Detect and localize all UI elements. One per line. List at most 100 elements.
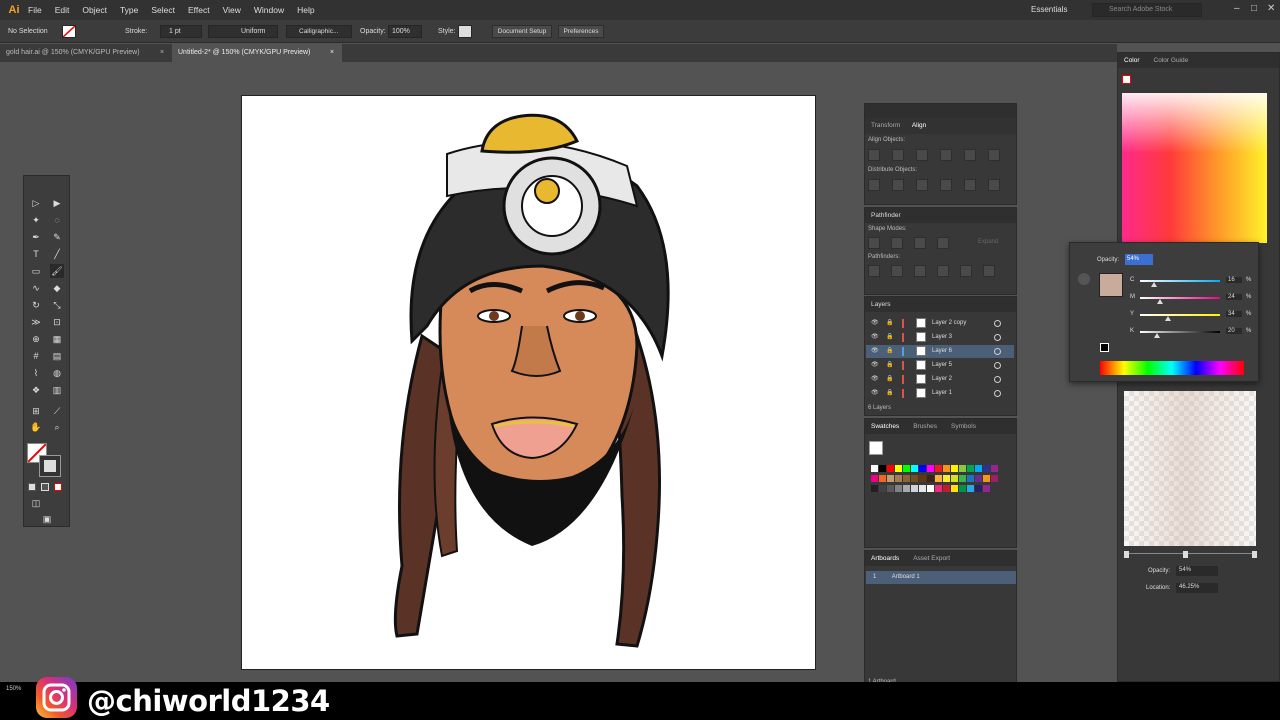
layer-row[interactable]: 👁 🔒 Layer 3 xyxy=(866,331,1014,344)
close-tab-icon[interactable]: × xyxy=(160,49,164,56)
target-circle-icon[interactable] xyxy=(994,320,1001,327)
hue-spectrum-bar[interactable] xyxy=(1100,361,1244,375)
layer-row[interactable]: 👁 🔒 Layer 2 xyxy=(866,373,1014,386)
minus-back-icon[interactable] xyxy=(983,265,995,277)
swatch-cell[interactable] xyxy=(935,465,942,472)
exclude-icon[interactable] xyxy=(937,237,949,249)
channel-value[interactable]: 24 xyxy=(1226,294,1242,300)
tab-swatches[interactable]: Swatches xyxy=(871,423,899,430)
tab-color-guide[interactable]: Color Guide xyxy=(1154,57,1189,64)
layer-row[interactable]: 👁 🔒 Layer 6 xyxy=(866,345,1014,358)
column-graph-icon[interactable]: ▥ xyxy=(50,383,64,397)
align-bottom-icon[interactable] xyxy=(988,149,1000,161)
expand-button[interactable]: Expand xyxy=(978,237,998,249)
merge-icon[interactable] xyxy=(914,265,926,277)
swatch-cell[interactable] xyxy=(919,485,926,492)
target-circle-icon[interactable] xyxy=(994,390,1001,397)
eraser-tool-icon[interactable]: ◆ xyxy=(50,281,64,295)
swatch-cell[interactable] xyxy=(871,485,878,492)
swatch-cell[interactable] xyxy=(975,475,982,482)
swatch-cell[interactable] xyxy=(879,485,886,492)
swatch-cell[interactable] xyxy=(895,475,902,482)
artboard[interactable] xyxy=(241,95,816,670)
zoom-tool-icon[interactable]: ⌕ xyxy=(50,420,64,434)
symbol-sprayer-icon[interactable]: ❖ xyxy=(29,383,43,397)
channel-slider-thumb[interactable] xyxy=(1165,316,1172,321)
magic-wand-icon[interactable]: ✦ xyxy=(29,213,43,227)
mesh-tool-icon[interactable]: # xyxy=(29,349,43,363)
layer-row[interactable]: 👁 🔒 Layer 2 copy xyxy=(866,317,1014,330)
swatch-cell[interactable] xyxy=(975,465,982,472)
channel-slider[interactable] xyxy=(1140,331,1220,333)
align-left-icon[interactable] xyxy=(868,149,880,161)
visibility-eye-icon[interactable]: 👁 xyxy=(871,389,879,396)
swatch-cell[interactable] xyxy=(887,475,894,482)
swatch-cell[interactable] xyxy=(903,475,910,482)
minimize-icon[interactable]: – xyxy=(1234,3,1240,14)
preferences-button[interactable]: Preferences xyxy=(558,25,604,38)
target-circle-icon[interactable] xyxy=(994,376,1001,383)
tab-untitled-2[interactable]: Untitled-2* @ 150% (CMYK/GPU Preview) × xyxy=(172,44,342,62)
swatch-cell[interactable] xyxy=(943,465,950,472)
swatch-cell[interactable] xyxy=(967,465,974,472)
channel-value[interactable]: 34 xyxy=(1226,311,1242,317)
draw-mode-icon[interactable]: ◫ xyxy=(29,496,43,510)
visibility-eye-icon[interactable]: 👁 xyxy=(871,319,879,326)
tab-brushes[interactable]: Brushes xyxy=(913,423,937,430)
swatch-cell[interactable] xyxy=(919,465,926,472)
blend-tool-icon[interactable]: ◍ xyxy=(50,366,64,380)
swatch-cell[interactable] xyxy=(983,475,990,482)
line-tool-icon[interactable]: ╱ xyxy=(50,247,64,261)
swatch-cell[interactable] xyxy=(935,485,942,492)
slice-tool-icon[interactable]: ⟋ xyxy=(50,404,64,418)
color-spectrum[interactable] xyxy=(1122,93,1267,243)
outline-icon[interactable] xyxy=(960,265,972,277)
swatch-cell[interactable] xyxy=(951,465,958,472)
swatch-cell[interactable] xyxy=(983,485,990,492)
stock-search-input[interactable]: Search Adobe Stock xyxy=(1092,3,1202,17)
swatch-cell[interactable] xyxy=(871,475,878,482)
lock-icon[interactable]: 🔒 xyxy=(886,347,893,354)
swatch-cell[interactable] xyxy=(879,465,886,472)
menu-file[interactable]: File xyxy=(28,5,42,15)
swatch-cell[interactable] xyxy=(903,465,910,472)
swatch-cell[interactable] xyxy=(879,475,886,482)
distribute-top-icon[interactable] xyxy=(868,179,880,191)
target-circle-icon[interactable] xyxy=(994,348,1001,355)
free-transform-icon[interactable]: ⊡ xyxy=(50,315,64,329)
artboard-row[interactable]: 1 Artboard 1 xyxy=(866,571,1016,584)
rectangle-tool-icon[interactable]: ▭ xyxy=(29,264,43,278)
lasso-icon[interactable]: ◌ xyxy=(50,213,64,227)
minus-front-icon[interactable] xyxy=(891,237,903,249)
swatch-cell[interactable] xyxy=(895,485,902,492)
gradient-mode-icon[interactable] xyxy=(41,483,49,491)
gradient-preview[interactable] xyxy=(1124,391,1256,546)
style-swatch[interactable] xyxy=(458,25,472,38)
paintbrush-tool-icon[interactable]: 🖌 xyxy=(50,264,64,278)
gradient-location-field[interactable]: 46.25% xyxy=(1176,583,1218,593)
align-right-icon[interactable] xyxy=(916,149,928,161)
swatch-cell[interactable] xyxy=(943,485,950,492)
target-circle-icon[interactable] xyxy=(994,334,1001,341)
swatch-cell[interactable] xyxy=(895,465,902,472)
tab-artboards[interactable]: Artboards xyxy=(871,555,899,562)
color-fill-icon[interactable] xyxy=(1122,75,1131,84)
screen-mode-icon[interactable]: ▣ xyxy=(40,512,54,526)
panel-collapse-bar[interactable] xyxy=(865,104,1016,118)
stroke-weight-field[interactable]: 1 pt xyxy=(160,25,202,38)
menu-help[interactable]: Help xyxy=(297,5,314,15)
gradient-opacity-field[interactable]: 54% xyxy=(1176,566,1218,576)
rotate-tool-icon[interactable]: ↻ xyxy=(29,298,43,312)
swatch-cell[interactable] xyxy=(927,475,934,482)
none-mode-icon[interactable] xyxy=(54,483,62,491)
shape-builder-icon[interactable]: ⊕ xyxy=(29,332,43,346)
intersect-icon[interactable] xyxy=(914,237,926,249)
perspective-grid-icon[interactable]: ▦ xyxy=(50,332,64,346)
brush-definition[interactable]: Calligraphic... xyxy=(286,25,352,38)
tab-asset-export[interactable]: Asset Export xyxy=(913,555,950,562)
lock-icon[interactable]: 🔒 xyxy=(886,389,893,396)
unite-icon[interactable] xyxy=(868,237,880,249)
lock-icon[interactable]: 🔒 xyxy=(886,361,893,368)
tab-color[interactable]: Color xyxy=(1124,57,1140,64)
visibility-eye-icon[interactable]: 👁 xyxy=(871,333,879,340)
